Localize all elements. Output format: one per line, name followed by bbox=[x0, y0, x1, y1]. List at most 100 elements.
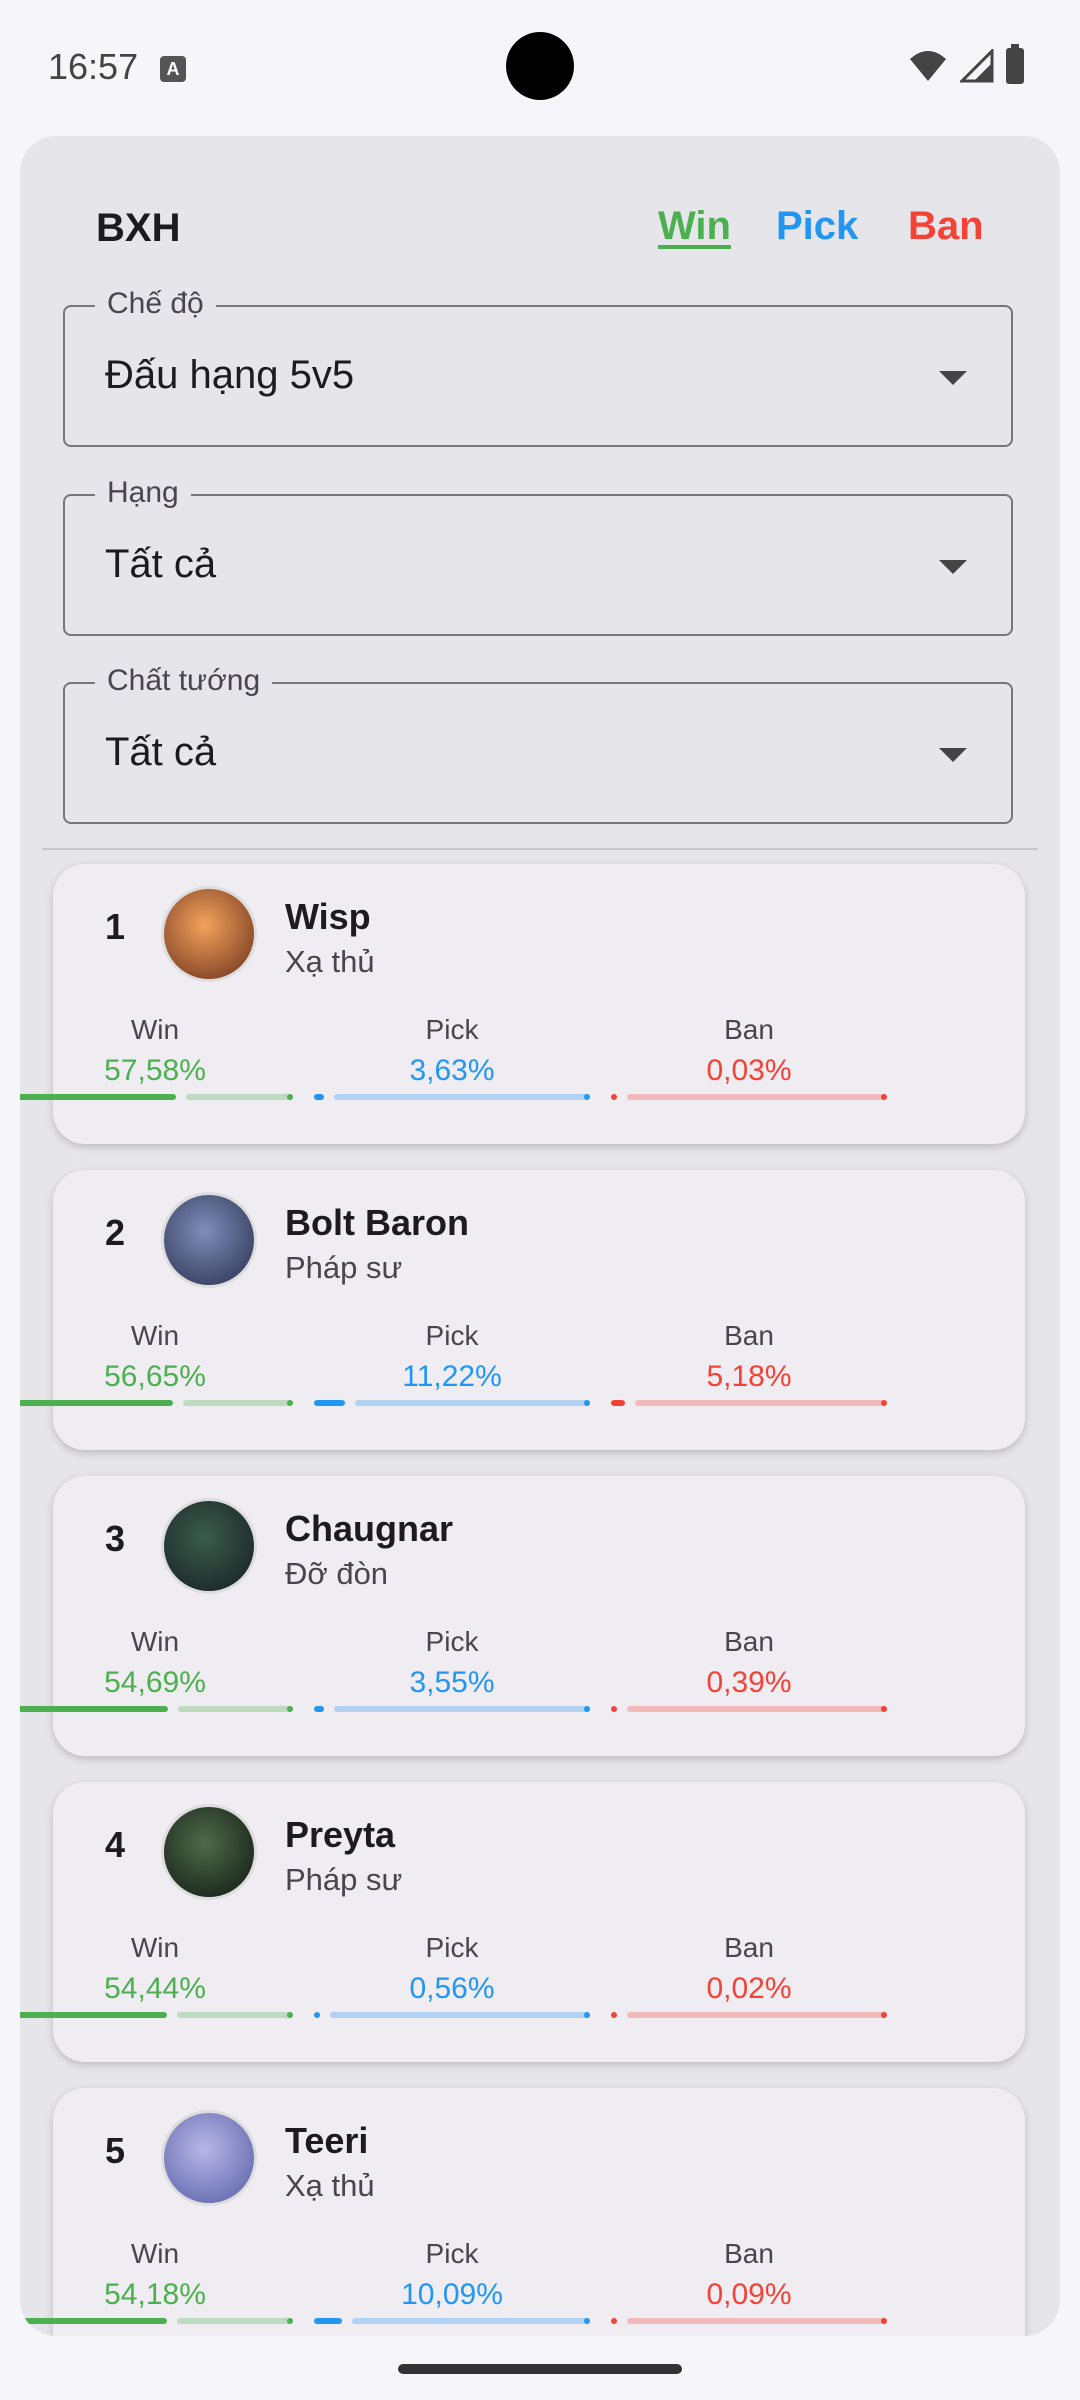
hero-rank: 3 bbox=[105, 1518, 126, 1559]
stat-ban-value: 0,39% bbox=[706, 1666, 792, 1699]
stat-ban-bar-fill bbox=[611, 1706, 617, 1712]
stat-ban-label: Ban bbox=[724, 1932, 774, 1963]
battery-icon bbox=[1006, 44, 1024, 84]
stat-pick: Pick 0,56% bbox=[314, 1932, 590, 2006]
stat-pick-bar-end bbox=[584, 1094, 590, 1100]
stat-pick-label: Pick bbox=[425, 1320, 479, 1351]
stat-pick-bar-fill bbox=[314, 1706, 324, 1712]
stat-win-bar-end bbox=[287, 1706, 293, 1712]
stat-ban-label: Ban bbox=[724, 2238, 774, 2269]
stat-win-bar-end bbox=[287, 2318, 293, 2324]
hero-name: Bolt Baron bbox=[285, 1202, 469, 1243]
hero-class-select-value: Tất cả bbox=[105, 730, 217, 774]
status-time: 16:57 bbox=[48, 46, 139, 87]
stat-ban-value: 0,03% bbox=[706, 1054, 792, 1087]
stat-win-label: Win bbox=[130, 1626, 180, 1657]
stat-ban-bar-track bbox=[635, 1400, 887, 1406]
hero-class-select-label: Chất tướng bbox=[95, 664, 273, 698]
stat-pick-bar bbox=[314, 1706, 590, 1712]
camera-cutout bbox=[506, 32, 574, 100]
stat-win: Win 54,69% bbox=[20, 1626, 293, 1700]
stat-ban: Ban 0,09% bbox=[611, 2238, 887, 2312]
stat-pick-bar-track bbox=[330, 2012, 590, 2018]
stat-win-value: 57,58% bbox=[104, 1054, 206, 1087]
stat-pick-bar-fill bbox=[314, 2318, 342, 2324]
stat-pick: Pick 3,55% bbox=[314, 1626, 590, 1700]
wifi-icon bbox=[910, 51, 946, 81]
hero-name: Preyta bbox=[285, 1814, 396, 1855]
notification-icon: A bbox=[160, 56, 186, 82]
stat-ban-bar-fill bbox=[611, 1400, 625, 1406]
stat-win-bar-fill bbox=[20, 2012, 167, 2018]
stat-pick-bar-track bbox=[334, 1094, 590, 1100]
stat-pick-bar bbox=[314, 1400, 590, 1406]
stat-win-bar bbox=[20, 2012, 293, 2018]
stat-ban-bar bbox=[611, 2012, 887, 2018]
stat-ban-label: Ban bbox=[724, 1626, 774, 1657]
hero-class-select[interactable]: Chất tướng Tất cả bbox=[63, 664, 1013, 824]
dropdown-arrow-icon bbox=[939, 371, 967, 385]
rank-select[interactable]: Hạng Tất cả bbox=[63, 476, 1013, 636]
hero-card[interactable]: 4 Preyta Pháp sư Win 54,44% Pick 0,56% Ban 0,02% bbox=[20, 1782, 1025, 2062]
stat-win-value: 54,44% bbox=[104, 1972, 206, 2005]
stat-ban-bar-track bbox=[627, 1706, 887, 1712]
stat-win-bar-track bbox=[177, 2318, 293, 2324]
stat-pick-bar bbox=[314, 1094, 590, 1100]
stat-win: Win 57,58% bbox=[20, 1014, 293, 1088]
stat-pick-label: Pick bbox=[425, 2238, 479, 2269]
hero-card[interactable]: 5 Teeri Xạ thủ Win 54,18% Pick 10,09% Ban 0,09% bbox=[20, 2088, 1025, 2336]
hero-card[interactable]: 2 Bolt Baron Pháp sư Win 56,65% Pick 11,22% Ban… bbox=[20, 1170, 1025, 1450]
stat-pick-value: 3,55% bbox=[409, 1666, 495, 1699]
stat-pick-value: 0,56% bbox=[409, 1972, 495, 2005]
stat-pick: Pick 10,09% bbox=[314, 2238, 590, 2312]
stat-pick-bar-end bbox=[584, 2318, 590, 2324]
stat-win-bar bbox=[20, 2318, 293, 2324]
tab-ban[interactable]: Ban bbox=[908, 204, 984, 249]
stat-ban-bar-end bbox=[881, 1400, 887, 1406]
stat-ban-bar bbox=[611, 1400, 887, 1406]
stat-win-label: Win bbox=[130, 2238, 180, 2269]
stat-pick-bar-fill bbox=[314, 1094, 324, 1100]
hero-name: Teeri bbox=[285, 2120, 369, 2161]
stat-ban-bar-end bbox=[881, 1094, 887, 1100]
tab-pick[interactable]: Pick bbox=[776, 204, 858, 249]
stat-win-bar-end bbox=[287, 2012, 293, 2018]
stat-pick-bar bbox=[314, 2012, 590, 2018]
stat-win: Win 54,18% bbox=[20, 2238, 293, 2312]
mode-select-label: Chế độ bbox=[95, 287, 216, 321]
stat-ban-bar bbox=[611, 1094, 887, 1100]
stat-win-bar-track bbox=[183, 1400, 293, 1406]
mode-select-value: Đấu hạng 5v5 bbox=[105, 353, 355, 397]
stat-win-bar bbox=[20, 1094, 293, 1100]
stat-pick-bar-track bbox=[352, 2318, 590, 2324]
hero-card[interactable]: 3 Chaugnar Đỡ đòn Win 54,69% Pick 3,55% Ban 0,39… bbox=[20, 1476, 1025, 1756]
hero-rank: 5 bbox=[105, 2130, 126, 2171]
stat-ban-bar bbox=[611, 1706, 887, 1712]
dropdown-arrow-icon bbox=[939, 560, 967, 574]
signal-icon bbox=[960, 49, 994, 83]
stat-win-bar-fill bbox=[20, 2318, 167, 2324]
hero-role: Xạ thủ bbox=[285, 944, 375, 979]
stat-ban-value: 0,02% bbox=[706, 1972, 792, 2005]
stat-pick-value: 11,22% bbox=[402, 1360, 502, 1393]
hero-role: Pháp sư bbox=[285, 1250, 403, 1285]
stat-ban-bar-end bbox=[881, 1706, 887, 1712]
tab-win[interactable]: Win bbox=[658, 204, 731, 249]
home-indicator[interactable] bbox=[398, 2364, 682, 2374]
hero-avatar-icon bbox=[161, 886, 257, 982]
hero-rank: 1 bbox=[105, 906, 126, 947]
stat-ban: Ban 5,18% bbox=[611, 1320, 887, 1394]
stat-ban-label: Ban bbox=[724, 1014, 774, 1045]
stat-ban-value: 0,09% bbox=[706, 2278, 792, 2311]
hero-card[interactable]: 1 Wisp Xạ thủ Win 57,58% Pick 3,63% Ban 0,03% bbox=[20, 864, 1025, 1144]
stat-ban-bar-end bbox=[881, 2012, 887, 2018]
rank-select-value: Tất cả bbox=[105, 542, 217, 586]
stat-pick-label: Pick bbox=[425, 1014, 479, 1045]
stat-win: Win 56,65% bbox=[20, 1320, 293, 1394]
stat-win-label: Win bbox=[130, 1014, 180, 1045]
stat-ban: Ban 0,02% bbox=[611, 1932, 887, 2006]
hero-rank: 4 bbox=[105, 1824, 126, 1865]
stat-win-value: 56,65% bbox=[104, 1360, 206, 1393]
hero-role: Đỡ đòn bbox=[285, 1556, 389, 1591]
mode-select[interactable]: Chế độ Đấu hạng 5v5 bbox=[63, 287, 1013, 447]
